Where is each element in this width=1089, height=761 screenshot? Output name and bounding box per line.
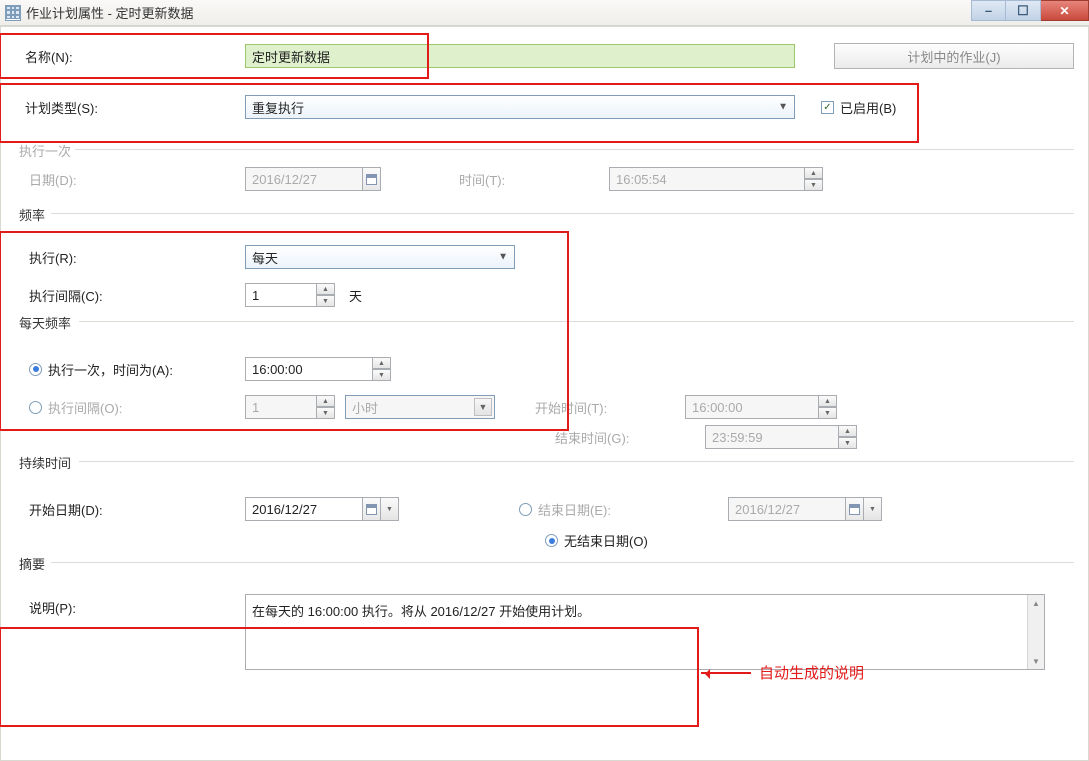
scroll-up-icon[interactable]: ▲	[1032, 595, 1040, 611]
daily-legend: 每天频率	[15, 313, 75, 332]
chevron-down-icon[interactable]: ▼	[381, 497, 399, 521]
scroll-down-icon[interactable]: ▼	[1032, 653, 1040, 669]
start-date-picker[interactable]: 2016/12/27 ▼	[245, 497, 399, 521]
daily-interval-label: 执行间隔(O):	[48, 398, 122, 417]
name-input[interactable]: 定时更新数据	[245, 44, 795, 68]
chevron-down-icon: ▼	[778, 102, 788, 113]
frequency-legend: 频率	[15, 205, 49, 224]
spinner-up-icon[interactable]: ▲	[373, 357, 391, 369]
spinner-up-icon: ▲	[317, 395, 335, 407]
spinner-up-icon: ▲	[805, 167, 823, 179]
annotation-text: 自动生成的说明	[759, 662, 864, 683]
name-label: 名称(N):	[15, 47, 245, 66]
calendar-icon	[846, 497, 864, 521]
spinner-down-icon: ▼	[819, 407, 837, 419]
calendar-icon[interactable]	[363, 497, 381, 521]
client-area: 名称(N): 定时更新数据 计划中的作业(J) 计划类型(S): 重复执行 ▼ …	[0, 26, 1089, 761]
spinner-up-icon: ▲	[839, 425, 857, 437]
summary-desc-label: 说明(P):	[15, 594, 245, 617]
name-value: 定时更新数据	[252, 47, 330, 66]
spinner-up-icon: ▲	[819, 395, 837, 407]
interval-label: 执行间隔(C):	[15, 286, 245, 305]
calendar-icon	[363, 167, 381, 191]
spinner-down-icon: ▼	[839, 437, 857, 449]
spinner-down-icon[interactable]: ▼	[317, 295, 335, 307]
window-title: 作业计划属性 - 定时更新数据	[26, 3, 194, 22]
daily-start-value: 16:00:00	[692, 400, 743, 415]
plan-type-dropdown[interactable]: 重复执行 ▼	[245, 95, 795, 119]
scrollbar[interactable]: ▲ ▼	[1027, 595, 1044, 669]
daily-start-label: 开始时间(T):	[535, 398, 685, 417]
daily-once-value: 16:00:00	[252, 362, 303, 377]
exec-once-date-picker: 2016/12/27	[245, 167, 399, 191]
interval-spinner[interactable]: 1 ▲▼	[245, 283, 335, 307]
check-icon: ✓	[821, 101, 834, 114]
exec-once-time-label: 时间(T):	[459, 170, 609, 189]
summary-desc-value: 在每天的 16:00:00 执行。将从 2016/12/27 开始使用计划。	[252, 604, 590, 619]
exec-once-date-value: 2016/12/27	[252, 172, 317, 187]
exec-value: 每天	[252, 248, 278, 267]
summary-legend: 摘要	[15, 554, 49, 573]
plan-type-value: 重复执行	[252, 98, 304, 117]
duration-legend: 持续时间	[15, 453, 75, 472]
start-date-value: 2016/12/27	[252, 502, 317, 517]
daily-once-time-spinner[interactable]: 16:00:00 ▲▼	[245, 357, 391, 381]
spinner-down-icon: ▼	[317, 407, 335, 419]
chevron-down-icon: ▼	[498, 252, 508, 263]
close-button[interactable]: ✕	[1041, 0, 1089, 21]
daily-end-label: 结束时间(G):	[555, 428, 705, 447]
plan-type-label: 计划类型(S):	[15, 98, 245, 117]
end-date-value: 2016/12/27	[735, 502, 800, 517]
daily-end-value: 23:59:59	[712, 430, 763, 445]
daily-interval-spinner: 1 ▲▼	[245, 395, 335, 419]
app-grid-icon	[5, 5, 21, 21]
spinner-down-icon[interactable]: ▼	[373, 369, 391, 381]
exec-label: 执行(R):	[15, 248, 245, 267]
daily-interval-unit: 小时	[352, 398, 378, 417]
end-date-label: 结束日期(E):	[538, 500, 728, 519]
chevron-down-icon: ▼	[864, 497, 882, 521]
daily-interval-unit-dropdown: 小时 ▼	[345, 395, 495, 419]
radio-dot-icon	[33, 366, 39, 372]
enabled-label: 已启用(B)	[840, 98, 896, 117]
annotation: 自动生成的说明	[701, 662, 864, 683]
arrow-left-icon	[701, 672, 751, 674]
title-bar: 作业计划属性 - 定时更新数据 – ☐ ✕	[0, 0, 1089, 26]
end-date-radio[interactable]: 结束日期(E):	[519, 500, 728, 519]
minimize-button[interactable]: –	[971, 0, 1006, 21]
daily-end-spinner: 23:59:59 ▲▼	[705, 425, 857, 449]
interval-value: 1	[252, 288, 259, 303]
exec-once-date-label: 日期(D):	[15, 170, 245, 189]
no-end-date-radio[interactable]: 无结束日期(O)	[545, 531, 648, 550]
daily-interval-value: 1	[252, 400, 259, 415]
spinner-down-icon: ▼	[805, 179, 823, 191]
exec-dropdown[interactable]: 每天 ▼	[245, 245, 515, 269]
exec-once-time-value: 16:05:54	[616, 172, 667, 187]
enabled-checkbox[interactable]: ✓ 已启用(B)	[821, 98, 896, 117]
daily-once-radio[interactable]: 执行一次，时间为(A):	[29, 360, 173, 379]
exec-once-legend: 执行一次	[15, 141, 75, 160]
chevron-down-icon: ▼	[474, 398, 492, 416]
spinner-up-icon[interactable]: ▲	[317, 283, 335, 295]
maximize-button[interactable]: ☐	[1006, 0, 1041, 21]
end-date-picker: 2016/12/27 ▼	[728, 497, 882, 521]
interval-unit: 天	[349, 286, 362, 305]
daily-interval-radio[interactable]: 执行间隔(O):	[29, 398, 122, 417]
daily-once-label: 执行一次，时间为(A):	[48, 360, 173, 379]
exec-once-time-spinner: 16:05:54 ▲▼	[609, 167, 823, 191]
daily-start-spinner: 16:00:00 ▲▼	[685, 395, 837, 419]
scheduled-job-button[interactable]: 计划中的作业(J)	[834, 43, 1074, 69]
start-date-label: 开始日期(D):	[15, 500, 245, 519]
radio-dot-icon	[549, 538, 555, 544]
window-buttons: – ☐ ✕	[971, 0, 1089, 21]
no-end-date-label: 无结束日期(O)	[564, 531, 648, 550]
summary-textarea[interactable]: 在每天的 16:00:00 执行。将从 2016/12/27 开始使用计划。 ▲…	[245, 594, 1045, 670]
